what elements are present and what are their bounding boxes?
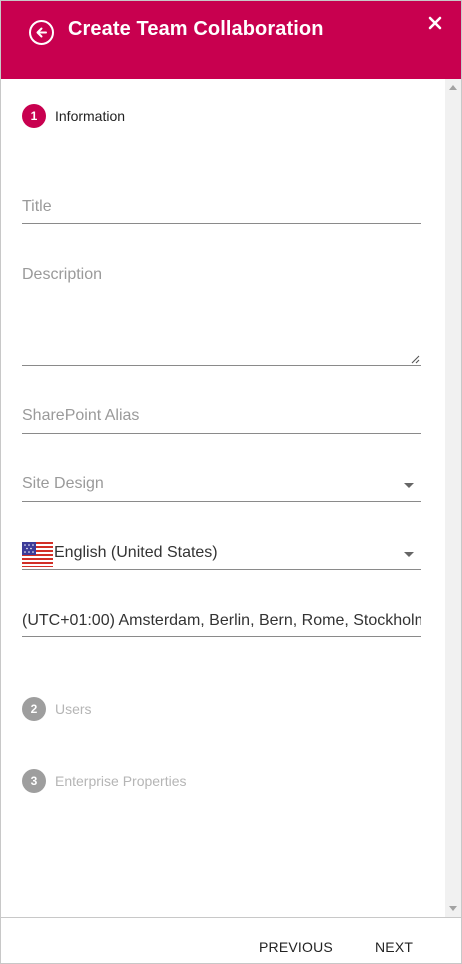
site-design-select[interactable]: Site Design bbox=[22, 468, 421, 502]
timezone-select[interactable]: (UTC+01:00) Amsterdam, Berlin, Bern, Rom… bbox=[22, 603, 421, 637]
step-label: Enterprise Properties bbox=[55, 773, 187, 789]
wizard-content[interactable]: 1 Information Title Description SharePoi… bbox=[1, 79, 445, 917]
wizard-footer: PREVIOUS NEXT bbox=[1, 917, 461, 963]
description-field[interactable]: Description bbox=[22, 260, 421, 366]
chevron-down-icon bbox=[404, 483, 414, 488]
step-label: Information bbox=[55, 108, 126, 124]
description-placeholder: Description bbox=[22, 266, 103, 283]
title-field[interactable]: Title bbox=[22, 191, 421, 224]
language-select[interactable]: English (United States) bbox=[22, 537, 421, 570]
next-button[interactable]: NEXT bbox=[375, 939, 413, 955]
step-number-badge: 3 bbox=[22, 769, 46, 793]
timezone-value: (UTC+01:00) Amsterdam, Berlin, Bern, Rom… bbox=[22, 612, 421, 629]
step-enterprise-properties[interactable]: 3 Enterprise Properties bbox=[22, 769, 187, 793]
previous-button[interactable]: PREVIOUS bbox=[259, 939, 333, 955]
page-title: Create Team Collaboration bbox=[68, 18, 324, 40]
panel-header: Create Team Collaboration bbox=[1, 1, 461, 79]
close-button[interactable] bbox=[427, 15, 443, 31]
close-icon bbox=[428, 16, 442, 30]
scroll-up-icon[interactable] bbox=[449, 85, 457, 90]
create-team-collaboration-panel: Create Team Collaboration 1 Information … bbox=[0, 0, 462, 964]
resize-handle-icon[interactable] bbox=[411, 355, 420, 364]
step-information[interactable]: 1 Information bbox=[22, 104, 125, 128]
step-number-badge: 2 bbox=[22, 697, 46, 721]
arrow-left-circle-icon bbox=[36, 27, 47, 38]
vertical-scrollbar[interactable] bbox=[445, 79, 461, 917]
step-number-badge: 1 bbox=[22, 104, 46, 128]
back-button[interactable] bbox=[29, 20, 54, 45]
us-flag-icon bbox=[22, 542, 53, 567]
language-value: English (United States) bbox=[54, 544, 218, 561]
sharepoint-alias-field[interactable]: SharePoint Alias bbox=[22, 400, 421, 434]
scroll-down-icon[interactable] bbox=[449, 906, 457, 911]
title-placeholder: Title bbox=[22, 198, 52, 215]
chevron-down-icon bbox=[404, 552, 414, 557]
site-design-placeholder: Site Design bbox=[22, 475, 104, 492]
step-label: Users bbox=[55, 701, 92, 717]
sharepoint-alias-placeholder: SharePoint Alias bbox=[22, 407, 140, 424]
step-users[interactable]: 2 Users bbox=[22, 697, 92, 721]
